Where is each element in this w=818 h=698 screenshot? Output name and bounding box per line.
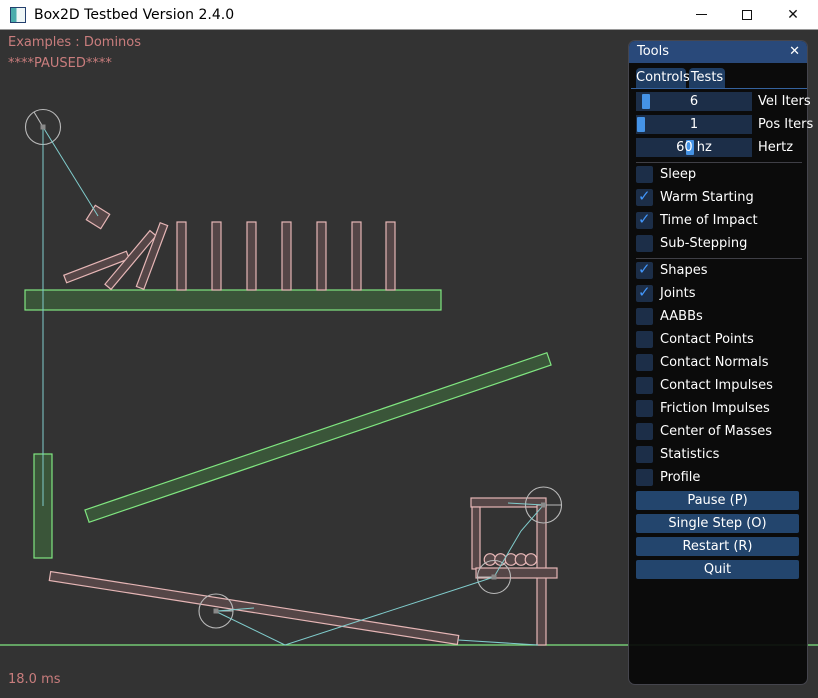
restart-button[interactable]: Restart (R) [636, 537, 799, 556]
tab-controls[interactable]: Controls [636, 68, 686, 88]
close-icon: ✕ [787, 7, 799, 23]
slider-pos-iters: 1 Pos Iters [636, 115, 802, 134]
checkbox-box[interactable] [636, 189, 653, 206]
pause-button[interactable]: Pause (P) [636, 491, 799, 510]
green-ramp[interactable] [85, 353, 551, 523]
checkbox-box[interactable] [636, 469, 653, 486]
checkbox-profile[interactable]: Profile [636, 469, 802, 486]
slider-track[interactable]: 1 [636, 115, 752, 134]
checkbox-label: Time of Impact [660, 212, 758, 229]
minimize-icon [696, 14, 707, 15]
slider-track[interactable]: 6 [636, 92, 752, 111]
cradle-left-post[interactable] [472, 507, 480, 569]
tools-close-icon[interactable]: ✕ [789, 41, 800, 63]
close-button[interactable]: ✕ [770, 0, 816, 30]
slider-label: Hertz [758, 138, 793, 157]
standing-domino[interactable] [282, 222, 291, 290]
checkbox-box[interactable] [636, 354, 653, 371]
checkbox-label: Contact Points [660, 331, 754, 348]
example-label: Examples : Dominos [8, 35, 141, 50]
checkbox-contact-normals[interactable]: Contact Normals [636, 354, 802, 371]
maximize-button[interactable] [724, 0, 770, 30]
domino-platform[interactable] [25, 290, 441, 310]
checkbox-box[interactable] [636, 377, 653, 394]
checkbox-label: AABBs [660, 308, 703, 325]
tools-panel-title: Tools [637, 44, 669, 59]
checkbox-label: Statistics [660, 446, 719, 463]
checkbox-label: Profile [660, 469, 700, 486]
cradle-top-bar[interactable] [471, 498, 546, 507]
checkbox-center-of-masses[interactable]: Center of Masses [636, 423, 802, 440]
checkbox-label: Warm Starting [660, 189, 754, 206]
checkbox-label: Shapes [660, 262, 707, 279]
title-bar: Box2D Testbed Version 2.4.0 ✕ [0, 0, 818, 30]
cradle-ball[interactable] [484, 554, 496, 566]
standing-domino[interactable] [177, 222, 186, 290]
checkbox-label: Contact Impulses [660, 377, 773, 394]
checkbox-box[interactable] [636, 212, 653, 229]
slider-value: 6 [636, 92, 752, 111]
standing-domino[interactable] [247, 222, 256, 290]
checkbox-box[interactable] [636, 285, 653, 302]
tools-panel-titlebar[interactable]: Tools ✕ [629, 41, 807, 63]
standing-domino[interactable] [352, 222, 361, 290]
standing-domino[interactable] [386, 222, 395, 290]
tab-tests[interactable]: Tests [689, 68, 725, 88]
checkbox-shapes[interactable]: Shapes [636, 262, 802, 279]
maximize-icon [742, 10, 752, 20]
checkbox-box[interactable] [636, 308, 653, 325]
checkbox-sub-stepping[interactable]: Sub-Stepping [636, 235, 802, 252]
checkbox-aabbs[interactable]: AABBs [636, 308, 802, 325]
tab-bar-separator [631, 88, 807, 89]
checkbox-box[interactable] [636, 400, 653, 417]
checkbox-statistics[interactable]: Statistics [636, 446, 802, 463]
standing-domino[interactable] [212, 222, 221, 290]
checkbox-box[interactable] [636, 166, 653, 183]
checkbox-label: Sub-Stepping [660, 235, 747, 252]
checkbox-joints[interactable]: Joints [636, 285, 802, 302]
checkbox-box[interactable] [636, 331, 653, 348]
checkbox-time-of-impact[interactable]: Time of Impact [636, 212, 802, 229]
box2d-testbed-window: { "window": { "title": "Box2D Testbed Ve… [0, 0, 818, 698]
separator [636, 258, 802, 259]
paused-label: ****PAUSED**** [8, 56, 112, 71]
quit-button[interactable]: Quit [636, 560, 799, 579]
app-icon [10, 7, 26, 23]
checkbox-label: Center of Masses [660, 423, 772, 440]
standing-domino[interactable] [317, 222, 326, 290]
window-title: Box2D Testbed Version 2.4.0 [34, 0, 234, 30]
tools-panel: Tools ✕ Controls Tests 6 Vel Iters 1 Pos… [628, 40, 808, 685]
slider-value: 60 hz [636, 138, 752, 157]
checkbox-box[interactable] [636, 262, 653, 279]
checkbox-label: Joints [660, 285, 696, 302]
separator [636, 162, 802, 163]
joint-anchors [41, 125, 547, 614]
pendulum-bob[interactable] [86, 205, 109, 228]
checkbox-warm-starting[interactable]: Warm Starting [636, 189, 802, 206]
checkbox-label: Friction Impulses [660, 400, 770, 417]
checkbox-friction-impulses[interactable]: Friction Impulses [636, 400, 802, 417]
checkbox-box[interactable] [636, 423, 653, 440]
slider-track[interactable]: 60 hz [636, 138, 752, 157]
slider-hertz: 60 hz Hertz [636, 138, 802, 157]
minimize-button[interactable] [678, 0, 724, 30]
slider-vel-iters: 6 Vel Iters [636, 92, 802, 111]
checkbox-contact-impulses[interactable]: Contact Impulses [636, 377, 802, 394]
checkbox-box[interactable] [636, 235, 653, 252]
slider-value: 1 [636, 115, 752, 134]
frame-time-label: 18.0 ms [8, 672, 61, 687]
checkbox-sleep[interactable]: Sleep [636, 166, 802, 183]
slider-label: Vel Iters [758, 92, 811, 111]
single-step-button[interactable]: Single Step (O) [636, 514, 799, 533]
checkbox-label: Contact Normals [660, 354, 769, 371]
checkbox-box[interactable] [636, 446, 653, 463]
cradle-ball[interactable] [525, 554, 537, 566]
checkbox-label: Sleep [660, 166, 696, 183]
checkbox-contact-points[interactable]: Contact Points [636, 331, 802, 348]
slider-label: Pos Iters [758, 115, 813, 134]
